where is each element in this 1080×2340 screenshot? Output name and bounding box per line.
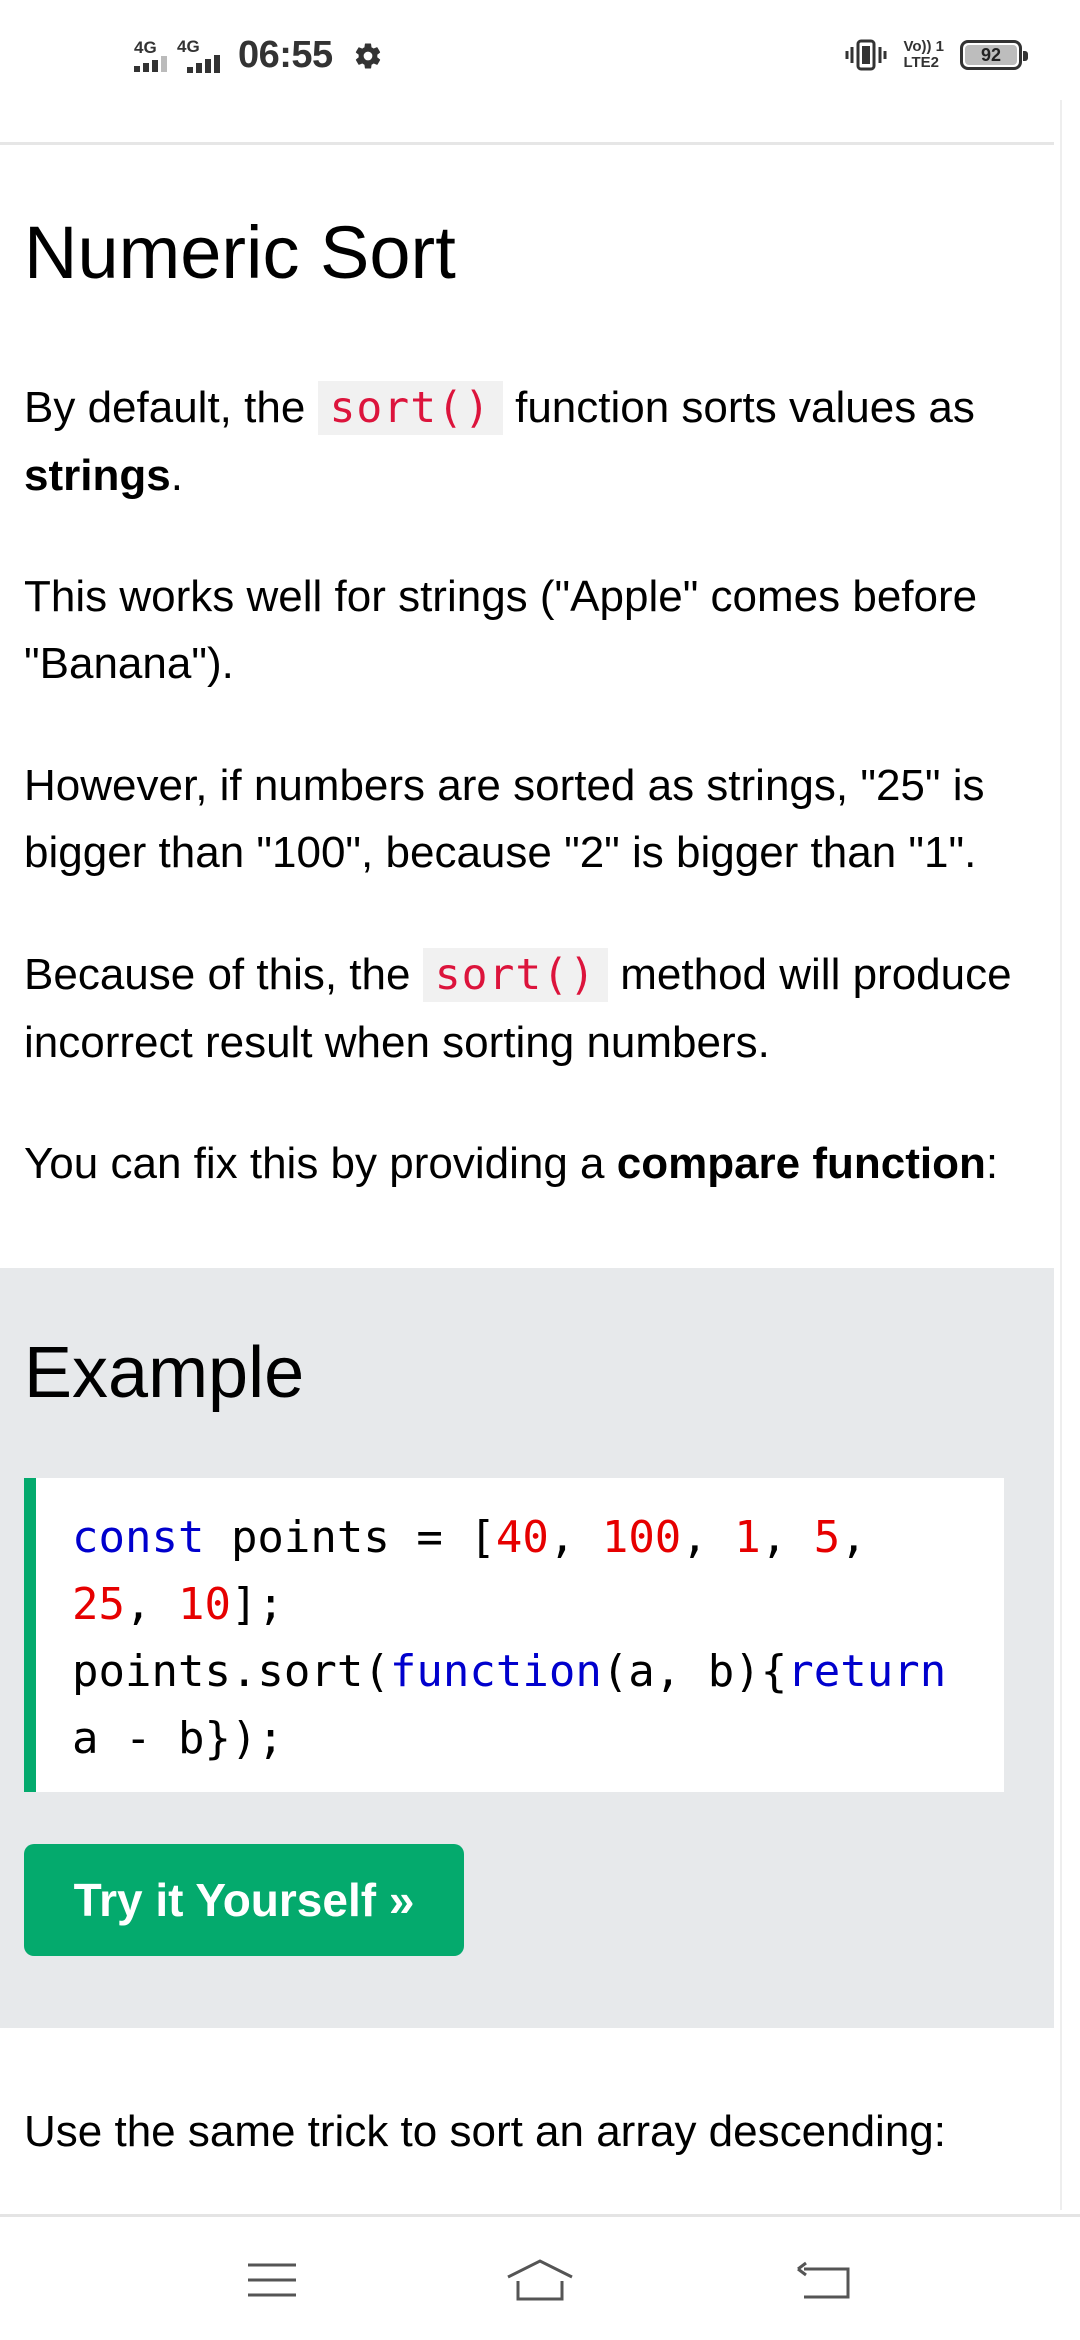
- status-right: Vo)) 1 LTE2 92: [845, 38, 1028, 72]
- menu-icon[interactable]: [242, 2255, 302, 2305]
- gear-icon: [355, 43, 380, 69]
- example-heading: Example: [24, 1333, 305, 1413]
- code-number: 25: [72, 1579, 125, 1630]
- code-text: points = [: [204, 1512, 496, 1563]
- p1-text: By default, the: [24, 383, 318, 432]
- code-keyword: return: [787, 1646, 947, 1697]
- paragraph-compare: You can fix this by providing a compare …: [24, 1130, 1014, 1197]
- battery-icon: 92: [960, 40, 1028, 70]
- signal-sim1: 4G: [134, 39, 167, 72]
- p1-text-after: function sorts values as: [502, 383, 975, 432]
- clock: 06:55: [238, 34, 333, 76]
- inline-code-sort-2: sort(): [422, 948, 609, 1002]
- code-text: ];: [230, 1579, 284, 1630]
- signal-bars-2-icon: [187, 55, 220, 73]
- p5-text: You can fix this by providing a: [24, 1139, 617, 1188]
- volte-indicator: Vo)) 1 LTE2: [903, 39, 944, 71]
- p4-text: Because of this, the: [24, 950, 423, 999]
- status-left: 4G 4G 06:55: [134, 34, 383, 77]
- home-icon[interactable]: [504, 2255, 576, 2305]
- lte-label: LTE2: [903, 54, 939, 71]
- scrollbar[interactable]: [1060, 100, 1062, 2210]
- battery-level: 92: [980, 44, 1002, 65]
- page-title: Numeric Sort: [24, 211, 456, 294]
- volte-label: Vo)) 1: [903, 38, 944, 55]
- vibrate-icon: [845, 39, 887, 71]
- signal-bars-1-icon: [134, 56, 167, 72]
- code-number: 40: [495, 1512, 549, 1563]
- code-text: ,: [840, 1512, 867, 1563]
- code-text: ,: [548, 1512, 602, 1563]
- network-type-1: 4G: [134, 38, 157, 57]
- code-text: (a, b){: [601, 1646, 788, 1697]
- code-number: 10: [177, 1579, 231, 1630]
- code-number: 1: [734, 1512, 761, 1563]
- code-keyword: const: [72, 1512, 205, 1563]
- code-number: 5: [813, 1512, 841, 1563]
- p5-end: :: [985, 1139, 999, 1188]
- status-bar: 4G 4G 06:55 Vo)) 1 LTE2 92: [0, 0, 1080, 120]
- code-keyword: function: [389, 1646, 602, 1697]
- code-text: points.sort(: [72, 1646, 390, 1697]
- paragraph-strings: This works well for strings ("Apple" com…: [24, 572, 978, 688]
- navigation-bar: [0, 2214, 1080, 2340]
- header-divider: [0, 142, 1054, 145]
- inline-code-sort: sort(): [317, 381, 503, 435]
- try-it-yourself-button[interactable]: Try it Yourself »: [24, 1844, 464, 1956]
- signal-sim2: 4G: [177, 38, 220, 73]
- code-text: ,: [681, 1512, 735, 1563]
- back-icon[interactable]: [794, 2255, 854, 2305]
- code-text: ,: [124, 1579, 178, 1630]
- paragraph-numbers: However, if numbers are sorted as string…: [24, 761, 985, 877]
- p1-end: .: [170, 451, 183, 500]
- paragraph-default-sort: By default, the sort() function sorts va…: [24, 374, 1014, 509]
- p1-bold-strings: strings: [24, 451, 171, 500]
- network-type-2: 4G: [177, 37, 200, 56]
- paragraph-incorrect: Because of this, the sort() method will …: [24, 941, 1014, 1076]
- code-number: 100: [601, 1512, 682, 1563]
- example-section: Example const points = [40, 100, 1, 5, 2…: [0, 1268, 1054, 2028]
- code-text: a - b});: [72, 1713, 284, 1764]
- code-example: const points = [40, 100, 1, 5, 25, 10]; …: [24, 1478, 1004, 1792]
- paragraph-descending: Use the same trick to sort an array desc…: [24, 2107, 946, 2156]
- p5-bold-compare: compare function: [616, 1139, 986, 1188]
- code-text: ,: [760, 1512, 814, 1563]
